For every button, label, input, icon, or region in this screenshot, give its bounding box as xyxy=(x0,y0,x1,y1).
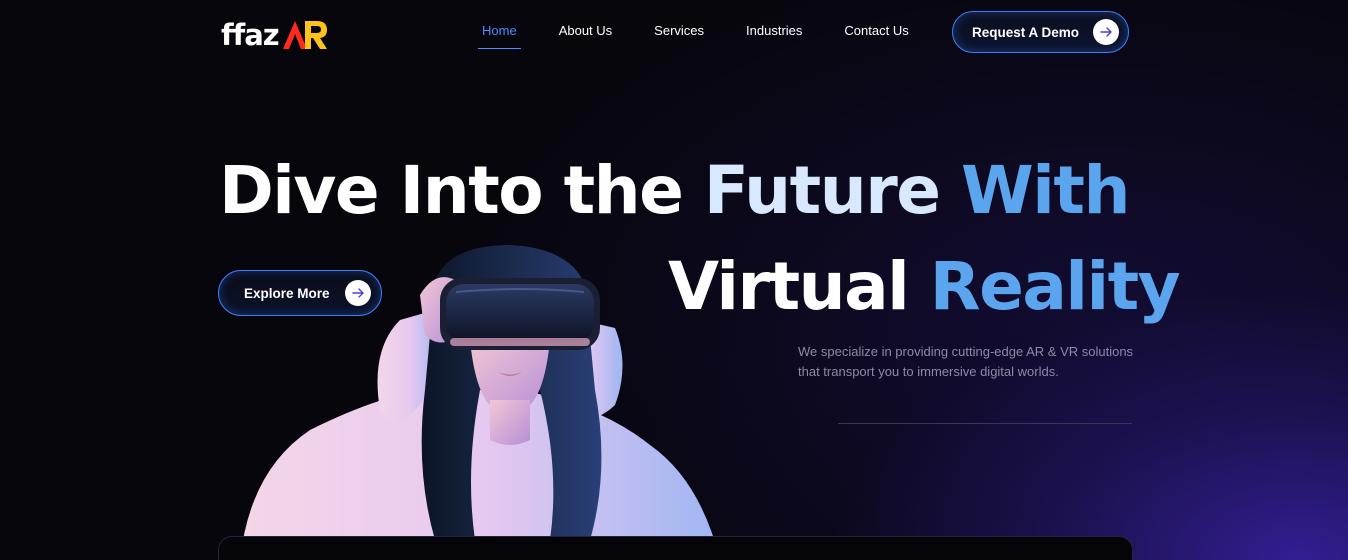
explore-more-label: Explore More xyxy=(244,285,330,301)
headline-part-virtual: Virtual xyxy=(668,248,930,325)
headline-part-with: With xyxy=(960,152,1130,229)
headline-part-reality: Reality xyxy=(929,248,1181,325)
site-logo[interactable]: ffaz xyxy=(221,14,329,50)
hero-headline-line1: Dive Into the Future With xyxy=(219,158,1130,224)
bottom-card xyxy=(218,536,1133,560)
main-nav: Home About Us Services Industries Contac… xyxy=(472,22,941,50)
nav-item-home[interactable]: Home xyxy=(472,22,527,50)
nav-item-contact-us[interactable]: Contact Us xyxy=(834,22,918,50)
page: ffaz Home About Us Services Industries C… xyxy=(0,0,1348,560)
logo-ar-mark xyxy=(281,18,329,50)
arrow-right-icon xyxy=(1093,19,1119,45)
nav-item-industries[interactable]: Industries xyxy=(736,22,812,50)
request-demo-button[interactable]: Request A Demo xyxy=(952,11,1129,53)
arrow-right-icon xyxy=(345,280,371,306)
logo-text: ffaz xyxy=(221,18,280,52)
nav-item-services[interactable]: Services xyxy=(644,22,714,50)
hero-headline-line2: Virtual Reality xyxy=(668,254,1181,320)
nav-item-about-us[interactable]: About Us xyxy=(549,22,622,50)
request-demo-label: Request A Demo xyxy=(972,24,1080,40)
hero-divider xyxy=(838,423,1132,424)
headline-part-future: Future xyxy=(703,152,961,229)
explore-more-button[interactable]: Explore More xyxy=(218,270,382,316)
hero-description: We specialize in providing cutting-edge … xyxy=(798,344,1134,379)
headline-part-dive-into: Dive Into the xyxy=(219,152,704,229)
